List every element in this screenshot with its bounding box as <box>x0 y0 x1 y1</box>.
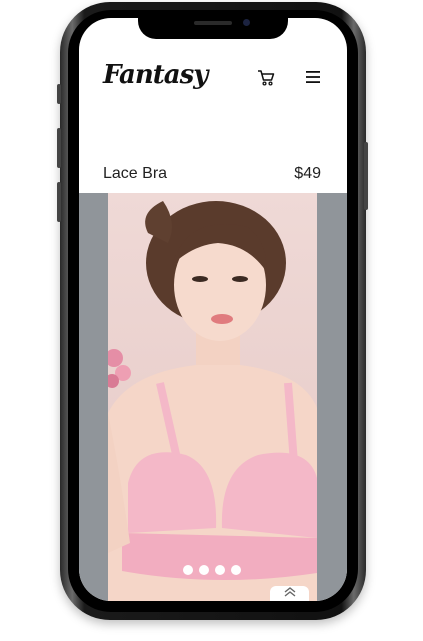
brand-logo[interactable]: Fantasy <box>103 60 208 90</box>
phone-notch <box>138 14 288 39</box>
product-gallery[interactable] <box>79 193 347 601</box>
menu-icon[interactable] <box>306 70 320 84</box>
pagination-dot-2[interactable] <box>199 565 209 575</box>
pagination-dot-1[interactable] <box>183 565 193 575</box>
gallery-pagination <box>183 565 241 575</box>
phone-power-button <box>364 142 368 210</box>
cart-icon[interactable] <box>257 69 275 87</box>
phone-volume-down-button <box>57 182 61 222</box>
chevron-up-double-icon <box>284 587 295 597</box>
scroll-up-tab[interactable] <box>270 586 309 601</box>
front-camera <box>243 19 250 26</box>
model-illustration <box>108 201 317 601</box>
product-price: $49 <box>294 165 321 182</box>
app-screen: Fantasy Lace Bra $49 <box>79 18 347 601</box>
phone-silent-switch <box>57 84 61 104</box>
pagination-dot-4[interactable] <box>231 565 241 575</box>
phone-volume-up-button <box>57 128 61 168</box>
speaker-grille <box>194 21 232 25</box>
product-header: Lace Bra $49 <box>79 158 347 193</box>
product-photo[interactable] <box>108 193 317 601</box>
product-name: Lace Bra <box>103 165 168 182</box>
pagination-dot-3[interactable] <box>215 565 225 575</box>
